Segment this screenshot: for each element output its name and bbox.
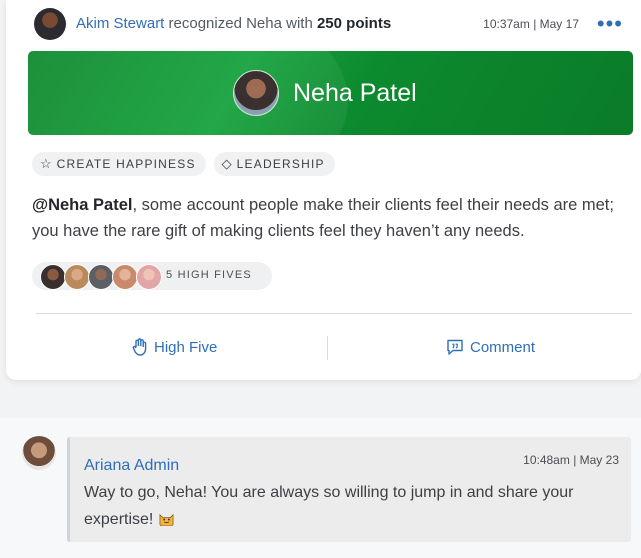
post-headline: Akim Stewart recognized Neha with 250 po… xyxy=(76,15,391,32)
comment-body: Way to go, Neha! You are always so willi… xyxy=(84,479,604,533)
actions-divider xyxy=(36,313,632,314)
high-fives-count: 5 HIGH FIVES xyxy=(166,269,252,281)
comment-label: Comment xyxy=(470,339,536,356)
recipient-avatar[interactable] xyxy=(233,70,279,116)
comment-bubble: Ariana Admin 10:48am | May 23 Way to go,… xyxy=(67,437,631,542)
high-five-avatar xyxy=(64,264,90,290)
comment-button[interactable]: Comment xyxy=(446,338,535,356)
high-five-avatar xyxy=(40,264,66,290)
commenter-name-link[interactable]: Ariana Admin xyxy=(84,457,179,475)
star-icon: ☆ xyxy=(40,156,52,171)
tag-list: ☆ CREATE HAPPINESS ◇ LEADERSHIP xyxy=(32,152,343,176)
mention-link[interactable]: @Neha Patel xyxy=(32,196,132,214)
actor-avatar[interactable] xyxy=(34,8,66,40)
tag-label: CREATE HAPPINESS xyxy=(56,157,196,171)
comment-icon xyxy=(447,339,463,355)
hand-icon xyxy=(132,338,147,356)
tag-label: LEADERSHIP xyxy=(236,157,325,171)
high-five-label: High Five xyxy=(154,339,218,356)
post-header: Akim Stewart recognized Neha with 250 po… xyxy=(34,8,631,40)
high-five-avatar xyxy=(88,264,114,290)
recognition-message: @Neha Patel, some account people make th… xyxy=(32,192,627,244)
actor-name-link[interactable]: Akim Stewart xyxy=(76,15,164,32)
commenter-avatar[interactable] xyxy=(22,436,56,470)
actions-separator xyxy=(327,336,328,360)
tag-leadership[interactable]: ◇ LEADERSHIP xyxy=(213,152,335,176)
post-verb: recognized Neha with xyxy=(168,15,313,32)
more-dots-icon[interactable]: ••• xyxy=(597,11,623,37)
recognition-card: Akim Stewart recognized Neha with 250 po… xyxy=(6,0,641,380)
tag-create-happiness[interactable]: ☆ CREATE HAPPINESS xyxy=(32,152,206,176)
comment-timestamp: 10:48am | May 23 xyxy=(523,453,619,467)
post-timestamp: 10:37am | May 17 xyxy=(483,17,579,31)
high-five-avatar xyxy=(136,264,162,290)
recipient-name: Neha Patel xyxy=(293,79,417,107)
smiling-cat-icon xyxy=(159,513,174,526)
points-value: 250 points xyxy=(316,15,392,32)
high-five-avatar xyxy=(112,264,138,290)
high-five-button[interactable]: High Five xyxy=(132,338,217,356)
recipient-banner: Neha Patel xyxy=(28,51,633,135)
diamond-icon: ◇ xyxy=(221,156,232,171)
